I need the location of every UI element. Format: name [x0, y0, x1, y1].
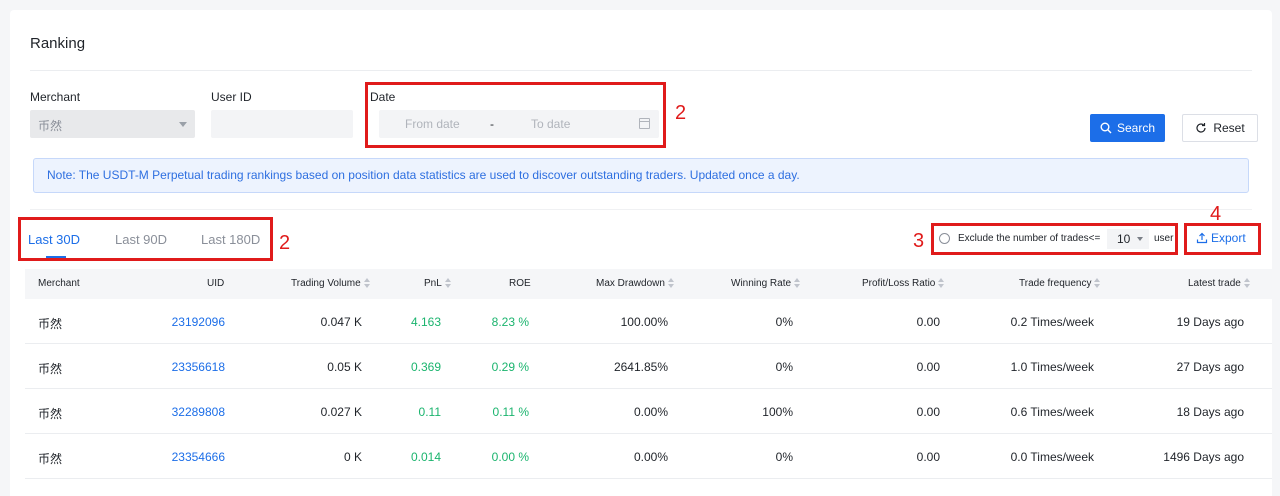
annotation-box-date: [365, 82, 666, 148]
cell-pnl: 0.11: [418, 405, 441, 419]
cell-latest-trade: 27 Days ago: [1176, 360, 1244, 374]
annotation-box-tabs: [18, 217, 273, 261]
cell-pnl: 0.369: [410, 360, 441, 374]
col-trade-frequency[interactable]: Trade frequency: [1019, 278, 1101, 289]
chevron-down-icon: [179, 122, 187, 127]
cell-winning-rate: 0%: [775, 360, 793, 374]
cell-profit-loss-ratio: 0.00: [916, 405, 940, 419]
reset-button-label: Reset: [1213, 121, 1245, 135]
cell-trading-volume: 0.047 K: [320, 315, 362, 329]
cell-roe: 0.29 %: [491, 360, 529, 374]
cell-trade-frequency: 0.0 Times/week: [1010, 450, 1094, 464]
col-winning-rate[interactable]: Winning Rate: [731, 278, 801, 289]
sort-icon[interactable]: [938, 278, 945, 289]
cell-pnl: 4.163: [410, 315, 441, 329]
cell-latest-trade: 18 Days ago: [1176, 405, 1244, 419]
merchant-select-value: 币然: [38, 119, 63, 133]
cell-trade-frequency: 1.0 Times/week: [1010, 360, 1094, 374]
cell-trading-volume: 0 K: [343, 450, 362, 464]
cell-latest-trade: 1496 Days ago: [1163, 450, 1244, 464]
table-row: 币然 23356618 0.05 K 0.369 0.29 % 2641.85%…: [25, 344, 1272, 389]
col-max-drawdown[interactable]: Max Drawdown: [596, 278, 675, 289]
cell-merchant: 币然: [38, 362, 63, 376]
reset-button[interactable]: Reset: [1182, 114, 1258, 142]
search-button-label: Search: [1116, 121, 1156, 135]
sort-icon[interactable]: [444, 278, 452, 289]
annotation-box-export: [1184, 223, 1261, 255]
cell-max-drawdown: 0.00%: [633, 450, 668, 464]
page-title: Ranking: [30, 35, 86, 52]
annotation-number-date: 2: [675, 102, 687, 124]
annotation-number-tabs: 2: [279, 232, 291, 254]
cell-max-drawdown: 0.00%: [633, 405, 668, 419]
merchant-select[interactable]: 币然: [30, 110, 195, 138]
info-note: Note: The USDT-M Perpetual trading ranki…: [33, 158, 1249, 193]
cell-winning-rate: 100%: [762, 405, 793, 419]
cell-max-drawdown: 2641.85%: [613, 360, 668, 374]
ranking-card: Ranking Merchant User ID Date 币然 From da…: [10, 10, 1272, 496]
cell-profit-loss-ratio: 0.00: [916, 450, 940, 464]
cell-latest-trade: 19 Days ago: [1176, 315, 1244, 329]
user-id-label: User ID: [211, 90, 252, 104]
col-profit-loss-ratio[interactable]: Profit/Loss Ratio: [862, 278, 945, 289]
cell-uid-link[interactable]: 23192096: [172, 315, 225, 329]
search-button[interactable]: Search: [1090, 114, 1165, 142]
cell-trade-frequency: 0.2 Times/week: [1010, 315, 1094, 329]
sort-icon[interactable]: [794, 278, 801, 289]
cell-profit-loss-ratio: 0.00: [916, 360, 940, 374]
cell-uid-link[interactable]: 23356618: [172, 360, 225, 374]
cell-merchant: 币然: [38, 317, 63, 331]
cell-roe: 8.23 %: [491, 315, 529, 329]
cell-roe: 0.00 %: [491, 450, 529, 464]
cell-pnl: 0.014: [410, 450, 441, 464]
table-row: 币然 23192096 0.047 K 4.163 8.23 % 100.00%…: [25, 299, 1272, 344]
sort-icon[interactable]: [1094, 278, 1101, 289]
cell-trade-frequency: 0.6 Times/week: [1010, 405, 1094, 419]
cell-uid-link[interactable]: 32289808: [172, 405, 225, 419]
merchant-label: Merchant: [30, 90, 81, 104]
user-id-input[interactable]: [211, 110, 353, 138]
tabs-divider: [30, 209, 1252, 210]
refresh-icon: [1196, 123, 1206, 133]
cell-trading-volume: 0.05 K: [327, 360, 362, 374]
table-row: 币然 32289808 0.027 K 0.11 0.11 % 0.00% 10…: [25, 389, 1272, 434]
annotation-box-exclude: [931, 223, 1178, 255]
col-latest-trade[interactable]: Latest trade: [1188, 278, 1251, 289]
col-uid: UID: [207, 278, 225, 289]
sort-icon[interactable]: [667, 278, 675, 289]
cell-max-drawdown: 100.00%: [620, 315, 668, 329]
cell-winning-rate: 0%: [775, 450, 793, 464]
cell-winning-rate: 0%: [775, 315, 793, 329]
cell-uid-link[interactable]: 23354666: [172, 450, 225, 464]
col-roe: ROE: [509, 278, 531, 289]
cell-trading-volume: 0.027 K: [320, 405, 362, 419]
col-pnl[interactable]: PnL: [424, 278, 452, 289]
col-merchant: Merchant: [38, 278, 80, 289]
sort-icon[interactable]: [363, 278, 371, 289]
sort-icon[interactable]: [1243, 278, 1251, 289]
cell-roe: 0.11 %: [492, 405, 529, 419]
col-trading-volume[interactable]: Trading Volume: [291, 278, 371, 289]
table-header: Merchant UID Trading Volume PnL ROE Max …: [25, 269, 1272, 299]
search-icon: [1100, 122, 1112, 134]
cell-merchant: 币然: [38, 452, 63, 466]
annotation-number-exclude: 3: [913, 230, 925, 252]
title-divider: [30, 70, 1252, 71]
cell-profit-loss-ratio: 0.00: [916, 315, 940, 329]
cell-merchant: 币然: [38, 407, 63, 421]
table-row: 币然 23354666 0 K 0.014 0.00 % 0.00% 0% 0.…: [25, 434, 1272, 479]
